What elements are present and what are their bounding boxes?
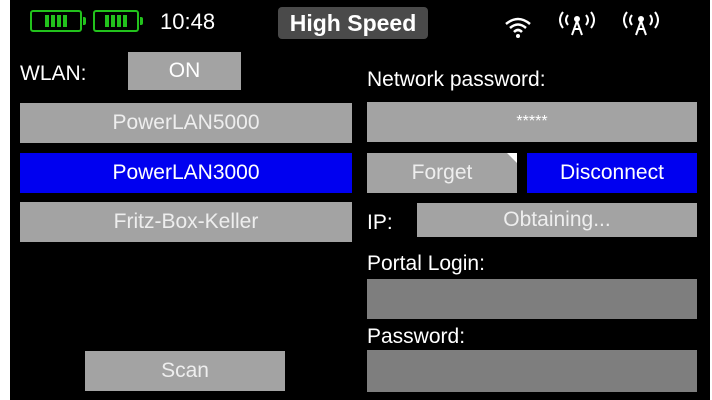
- portal-login-field[interactable]: [367, 279, 697, 319]
- wifi-icon: [505, 17, 531, 38]
- ip-value: Obtaining...: [503, 208, 611, 231]
- battery-icon: [93, 10, 143, 32]
- clock-time: 10:48: [160, 9, 216, 34]
- antenna-icon: [623, 11, 659, 36]
- wlan-label: WLAN:: [20, 62, 87, 85]
- ip-label: IP:: [367, 211, 393, 234]
- network-item-powerlan3000[interactable]: PowerLAN3000: [20, 153, 352, 193]
- forget-button[interactable]: Forget: [367, 153, 517, 193]
- network-password-label: Network password:: [367, 68, 546, 91]
- wlan-toggle-button[interactable]: ON: [128, 52, 241, 90]
- portal-password-label: Password:: [367, 325, 466, 348]
- network-item-powerlan5000[interactable]: PowerLAN5000: [20, 103, 352, 143]
- mode-badge-label: High Speed: [289, 9, 417, 36]
- ip-value-field: Obtaining...: [417, 203, 697, 237]
- corner-fold-icon: [507, 153, 517, 163]
- scan-button-label: Scan: [161, 359, 209, 382]
- disconnect-button-label: Disconnect: [560, 161, 664, 184]
- mode-badge: High Speed: [278, 7, 428, 39]
- network-password-field[interactable]: *****: [367, 102, 697, 142]
- battery-icon: [30, 10, 86, 32]
- portal-login-label: Portal Login:: [367, 252, 485, 275]
- network-password-value: *****: [516, 113, 548, 130]
- disconnect-button[interactable]: Disconnect: [527, 153, 697, 193]
- scan-button[interactable]: Scan: [85, 351, 285, 391]
- wlan-toggle-label: ON: [168, 59, 201, 82]
- network-item-label: PowerLAN3000: [112, 161, 260, 184]
- network-item-label: PowerLAN5000: [112, 111, 260, 134]
- network-item-fritz-box-keller[interactable]: Fritz-Box-Keller: [20, 202, 352, 242]
- wifi-settings-screen: 10:48 High Speed WLAN: ON PowerLAN5000 P…: [10, 0, 710, 400]
- portal-password-field[interactable]: [367, 350, 697, 392]
- network-item-label: Fritz-Box-Keller: [113, 210, 259, 233]
- forget-button-label: Forget: [411, 161, 473, 184]
- antenna-icon: [559, 11, 595, 36]
